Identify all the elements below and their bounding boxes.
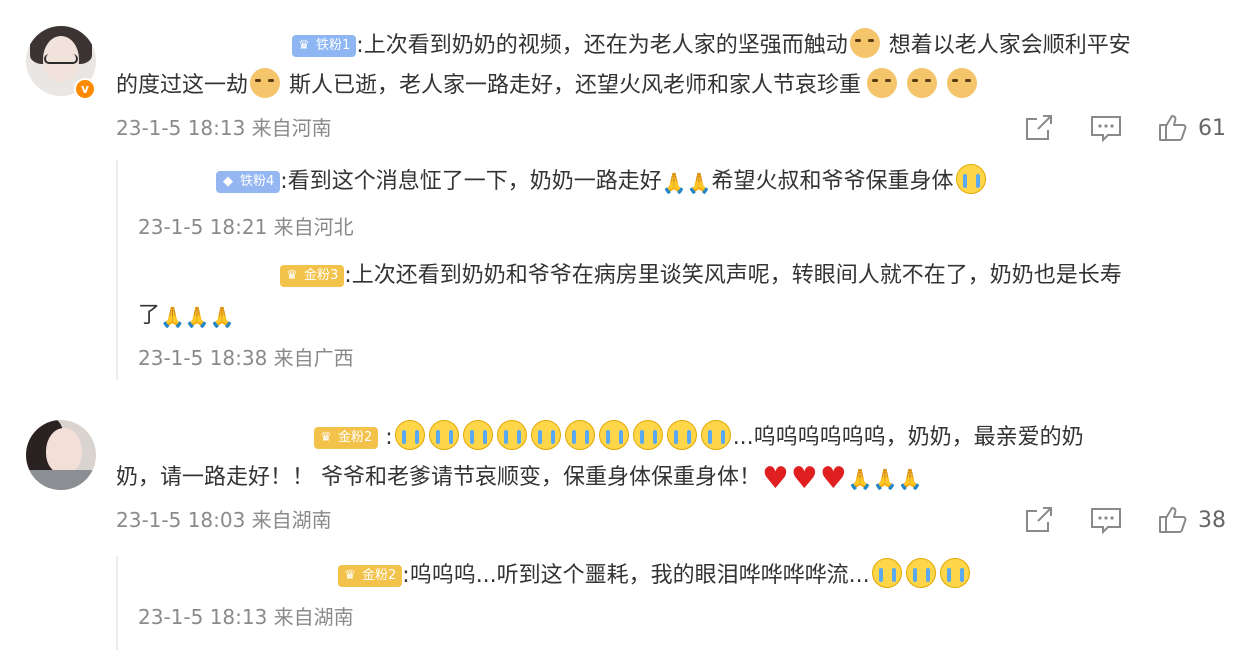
diamond-icon: ◆ bbox=[223, 174, 233, 189]
reply-text: ♛ 金粉3:上次还看到奶奶和爷爷在病房里谈笑风声呢，转眼间人就不在了，奶奶也是长寿… bbox=[138, 250, 1226, 337]
heart-emoji-icon: ♥ bbox=[762, 461, 789, 496]
heart-emoji-icon: ♥ bbox=[790, 461, 818, 496]
share-button[interactable] bbox=[1024, 114, 1054, 142]
comment-text-part: 的度过这一劫 bbox=[116, 73, 249, 98]
cry-emoji-icon bbox=[871, 558, 902, 588]
fan-badge[interactable]: ♛ 金粉2 bbox=[338, 565, 403, 587]
like-button[interactable]: 61 bbox=[1158, 114, 1226, 142]
comment-text: ♛ 金粉2 : ...呜呜呜呜呜呜，奶奶，最亲爱的奶 奶，请一路走好！！ 爷爷和老爹… bbox=[116, 418, 1226, 499]
crown-icon: ♛ bbox=[320, 430, 332, 445]
cry-emoji-icon bbox=[939, 558, 970, 588]
comment-meta: 23-1-5 18:03 来自湖南 bbox=[116, 508, 332, 532]
share-button[interactable] bbox=[1024, 506, 1054, 534]
comment-button[interactable] bbox=[1090, 114, 1122, 142]
verified-badge-icon: v bbox=[74, 78, 96, 100]
share-icon bbox=[1026, 507, 1052, 532]
comment-text: ♛ 铁粉1:上次看到奶奶的视频，还在为老人家的坚强而触动 想着以老人家会顺利平安 … bbox=[116, 26, 1226, 106]
comment-text-part: 奶，请一路走好！！ 爷爷和老爹请节哀顺变，保重身体保重身体！ bbox=[116, 465, 761, 490]
reply-text-part: :呜呜呜...听到这个噩耗，我的眼泪哗哗哗哗流... bbox=[402, 563, 870, 588]
doge-emoji-icon bbox=[867, 68, 898, 98]
doge-emoji-icon bbox=[849, 28, 880, 58]
pray-emoji-icon: 🙏🙏🙏 bbox=[160, 305, 235, 329]
thumbs-up-icon bbox=[1159, 115, 1187, 141]
comment-button[interactable] bbox=[1090, 506, 1122, 534]
cry-emoji-icon bbox=[905, 558, 936, 588]
fan-badge[interactable]: ♛ 金粉3 bbox=[280, 265, 345, 287]
reply-text-part: :上次还看到奶奶和爷爷在病房里谈笑风声呢，转眼间人就不在了，奶奶也是长寿 bbox=[344, 263, 1122, 288]
reply-item: ♛ 金粉3:上次还看到奶奶和爷爷在病房里谈笑风声呢，转眼间人就不在了，奶奶也是长寿… bbox=[138, 250, 1226, 380]
reply-meta: 23-1-5 18:38 来自广西 bbox=[138, 346, 354, 370]
fan-badge[interactable]: ◆ 铁粉4 bbox=[216, 171, 281, 193]
crown-icon: ♛ bbox=[298, 38, 310, 53]
like-count: 38 bbox=[1198, 507, 1226, 533]
doge-emoji-icon bbox=[907, 68, 938, 98]
like-count: 61 bbox=[1198, 115, 1226, 141]
comment-actions: 38 bbox=[988, 505, 1226, 535]
reply-thread: ♛ 金粉2:呜呜呜...听到这个噩耗，我的眼泪哗哗哗哗流... 23-1-5 18… bbox=[116, 556, 1226, 650]
pray-emoji-icon: 🙏🙏 bbox=[661, 171, 712, 195]
cry-emoji-icon bbox=[598, 420, 629, 450]
reply-thread: ◆ 铁粉4:看到这个消息怔了一下，奶奶一路走好🙏🙏希望火叔和爷爷保重身体 23-1… bbox=[116, 160, 1226, 380]
reply-item: ♛ 金粉2:呜呜呜...听到这个噩耗，我的眼泪哗哗哗哗流... 23-1-5 18… bbox=[138, 556, 1226, 650]
reply-meta: 23-1-5 18:13 来自湖南 bbox=[138, 605, 354, 629]
fan-badge[interactable]: ♛ 金粉2 bbox=[314, 427, 379, 449]
comment-actions: 61 bbox=[988, 113, 1226, 143]
thumbs-up-icon bbox=[1159, 507, 1187, 533]
heart-emoji-icon: ♥ bbox=[819, 461, 847, 496]
share-icon bbox=[1026, 115, 1052, 140]
reply-text: ◆ 铁粉4:看到这个消息怔了一下，奶奶一路走好🙏🙏希望火叔和爷爷保重身体 bbox=[138, 160, 1226, 203]
doge-emoji-icon bbox=[947, 68, 978, 98]
cry-emoji-icon bbox=[632, 420, 663, 450]
reply-text: ♛ 金粉2:呜呜呜...听到这个噩耗，我的眼泪哗哗哗哗流... bbox=[138, 556, 1226, 596]
cry-emoji-icon bbox=[700, 420, 731, 450]
comment-icon bbox=[1091, 116, 1121, 142]
doge-emoji-icon bbox=[250, 68, 281, 98]
cry-emoji-icon bbox=[564, 420, 595, 450]
comment-text-part: 斯人已逝，老人家一路走好，还望火风老师和家人节哀珍重 bbox=[282, 73, 862, 98]
pray-emoji-icon: 🙏🙏🙏 bbox=[847, 467, 923, 491]
cry-emoji-icon bbox=[955, 164, 986, 194]
crown-icon: ♛ bbox=[344, 568, 356, 583]
reply-text-part: 了 bbox=[138, 303, 161, 328]
reply-item: ◆ 铁粉4:看到这个消息怔了一下，奶奶一路走好🙏🙏希望火叔和爷爷保重身体 23-1… bbox=[138, 160, 1226, 250]
comment-text-part: 想着以老人家会顺利平安 bbox=[881, 33, 1131, 58]
cry-emoji-icon bbox=[530, 420, 561, 450]
comment-meta: 23-1-5 18:13 来自河南 bbox=[116, 116, 332, 140]
reply-text-part: :看到这个消息怔了一下，奶奶一路走好 bbox=[280, 169, 662, 194]
cry-emoji-icon bbox=[428, 420, 459, 450]
crown-icon: ♛ bbox=[286, 268, 298, 283]
like-button[interactable]: 38 bbox=[1158, 506, 1226, 534]
comment-text-part: : bbox=[378, 425, 393, 450]
comment-text-part: :上次看到奶奶的视频，还在为老人家的坚强而触动 bbox=[356, 33, 848, 58]
comment-text-part: ...呜呜呜呜呜呜，奶奶，最亲爱的奶 bbox=[732, 425, 1084, 450]
cry-emoji-icon bbox=[394, 420, 425, 450]
cry-emoji-icon bbox=[666, 420, 697, 450]
cry-emoji-icon bbox=[462, 420, 493, 450]
fan-badge[interactable]: ♛ 铁粉1 bbox=[292, 35, 357, 57]
reply-meta: 23-1-5 18:21 来自河北 bbox=[138, 215, 354, 239]
avatar[interactable] bbox=[26, 420, 96, 490]
reply-text-part: 希望火叔和爷爷保重身体 bbox=[711, 169, 954, 194]
cry-emoji-icon bbox=[496, 420, 527, 450]
comment-icon bbox=[1091, 508, 1121, 534]
